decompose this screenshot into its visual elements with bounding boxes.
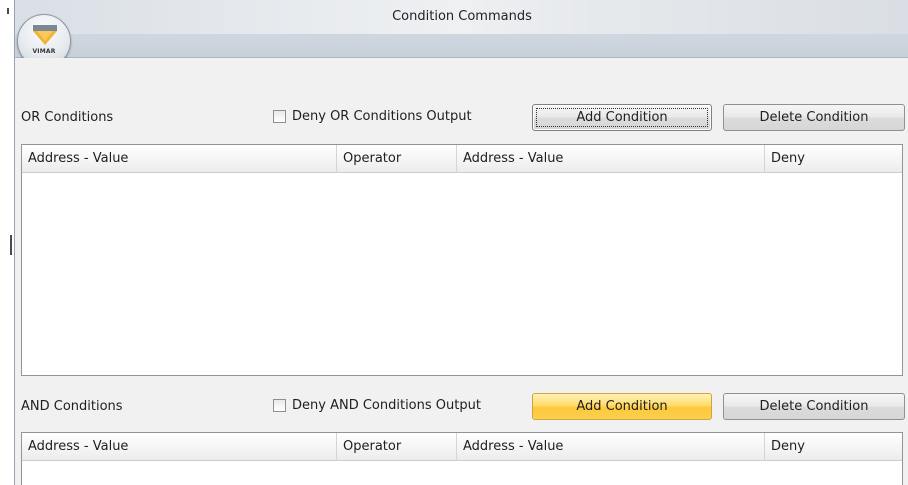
- and-delete-condition-label: Delete Condition: [759, 399, 869, 414]
- deny-and-checkbox-control[interactable]: Deny AND Conditions Output: [273, 398, 481, 413]
- logo-text: VIMAR: [32, 48, 56, 55]
- left-edge: [0, 0, 14, 485]
- and-delete-condition-button[interactable]: Delete Condition: [723, 393, 905, 420]
- or-col-deny[interactable]: Deny: [765, 145, 902, 173]
- and-add-condition-label: Add Condition: [576, 399, 668, 414]
- condition-commands-window: Condition Commands VIMAR OR Conditions D…: [14, 0, 908, 485]
- focus-rect: [536, 108, 708, 127]
- deny-or-label: Deny OR Conditions Output: [292, 109, 472, 124]
- deny-or-checkbox[interactable]: [273, 110, 286, 123]
- and-col-address-value-2[interactable]: Address - Value: [457, 433, 765, 461]
- deny-and-label: Deny AND Conditions Output: [292, 398, 481, 413]
- deny-or-checkbox-control[interactable]: Deny OR Conditions Output: [273, 109, 472, 124]
- and-grid-header: Address - Value Operator Address - Value…: [22, 433, 902, 461]
- title-bar: Condition Commands VIMAR: [15, 0, 908, 68]
- and-add-condition-button[interactable]: Add Condition: [532, 393, 712, 420]
- or-grid-header: Address - Value Operator Address - Value…: [22, 145, 902, 173]
- or-delete-condition-button[interactable]: Delete Condition: [723, 104, 905, 131]
- and-conditions-grid[interactable]: Address - Value Operator Address - Value…: [21, 432, 903, 485]
- edge-mark-top: [7, 8, 9, 14]
- edge-mark: [10, 235, 12, 255]
- and-col-address-value-1[interactable]: Address - Value: [22, 433, 337, 461]
- or-conditions-grid[interactable]: Address - Value Operator Address - Value…: [21, 144, 903, 376]
- or-add-condition-button[interactable]: Add Condition: [532, 104, 712, 131]
- or-col-operator[interactable]: Operator: [337, 145, 457, 173]
- or-col-address-value-1[interactable]: Address - Value: [22, 145, 337, 173]
- vimar-logo-icon: [33, 25, 57, 45]
- main-content: OR Conditions Deny OR Conditions Output …: [15, 58, 908, 485]
- and-conditions-label: AND Conditions: [21, 399, 123, 414]
- and-col-operator[interactable]: Operator: [337, 433, 457, 461]
- and-col-deny[interactable]: Deny: [765, 433, 902, 461]
- or-delete-condition-label: Delete Condition: [759, 110, 869, 125]
- or-conditions-label: OR Conditions: [21, 110, 114, 125]
- window-title: Condition Commands: [392, 9, 532, 24]
- deny-and-checkbox[interactable]: [273, 399, 286, 412]
- or-col-address-value-2[interactable]: Address - Value: [457, 145, 765, 173]
